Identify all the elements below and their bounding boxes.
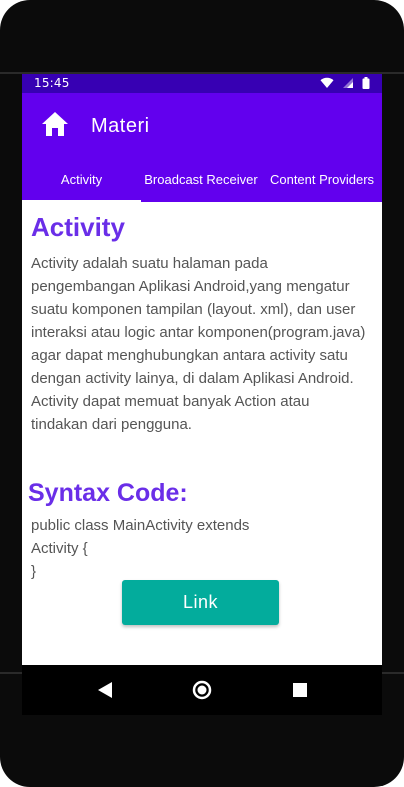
code-line: } bbox=[31, 563, 37, 580]
tab-content-providers[interactable]: Content Providers bbox=[262, 157, 382, 202]
link-button[interactable]: Link bbox=[122, 580, 279, 625]
code-line: public class MainActivity extends bbox=[31, 517, 250, 534]
back-icon[interactable] bbox=[94, 678, 118, 702]
tab-broadcast-receiver[interactable]: Broadcast Receiver bbox=[141, 157, 261, 202]
status-bar: 15:45 bbox=[22, 74, 382, 93]
tab-label: Activity bbox=[60, 172, 103, 187]
tab-activity[interactable]: Activity bbox=[22, 157, 141, 202]
battery-icon bbox=[362, 77, 370, 89]
app-bar: Materi Activity Broadcast Receiver Conte… bbox=[22, 93, 382, 202]
tab-label: Content Providers bbox=[269, 172, 375, 187]
app-title: Materi bbox=[91, 115, 150, 137]
status-icons bbox=[320, 77, 370, 89]
home-circle-icon[interactable] bbox=[190, 678, 214, 702]
page-title: Activity bbox=[31, 212, 125, 242]
app-screen: 15:45 Materi Activity Broadcast Receiver… bbox=[22, 74, 382, 665]
content-area: Activity Activity adalah suatu halaman p… bbox=[22, 202, 382, 665]
wifi-icon bbox=[320, 77, 334, 88]
syntax-heading: Syntax Code: bbox=[28, 479, 188, 507]
navigation-bar bbox=[22, 665, 382, 715]
description-text: Activity adalah suatu halaman pada penge… bbox=[31, 255, 366, 433]
home-icon[interactable] bbox=[40, 109, 70, 139]
status-time: 15:45 bbox=[34, 76, 70, 90]
code-line: Activity { bbox=[31, 540, 88, 557]
tab-label: Broadcast Receiver bbox=[144, 172, 258, 187]
recents-icon[interactable] bbox=[288, 678, 312, 702]
tab-bar: Activity Broadcast Receiver Content Prov… bbox=[22, 157, 382, 202]
cellular-icon bbox=[343, 78, 353, 88]
